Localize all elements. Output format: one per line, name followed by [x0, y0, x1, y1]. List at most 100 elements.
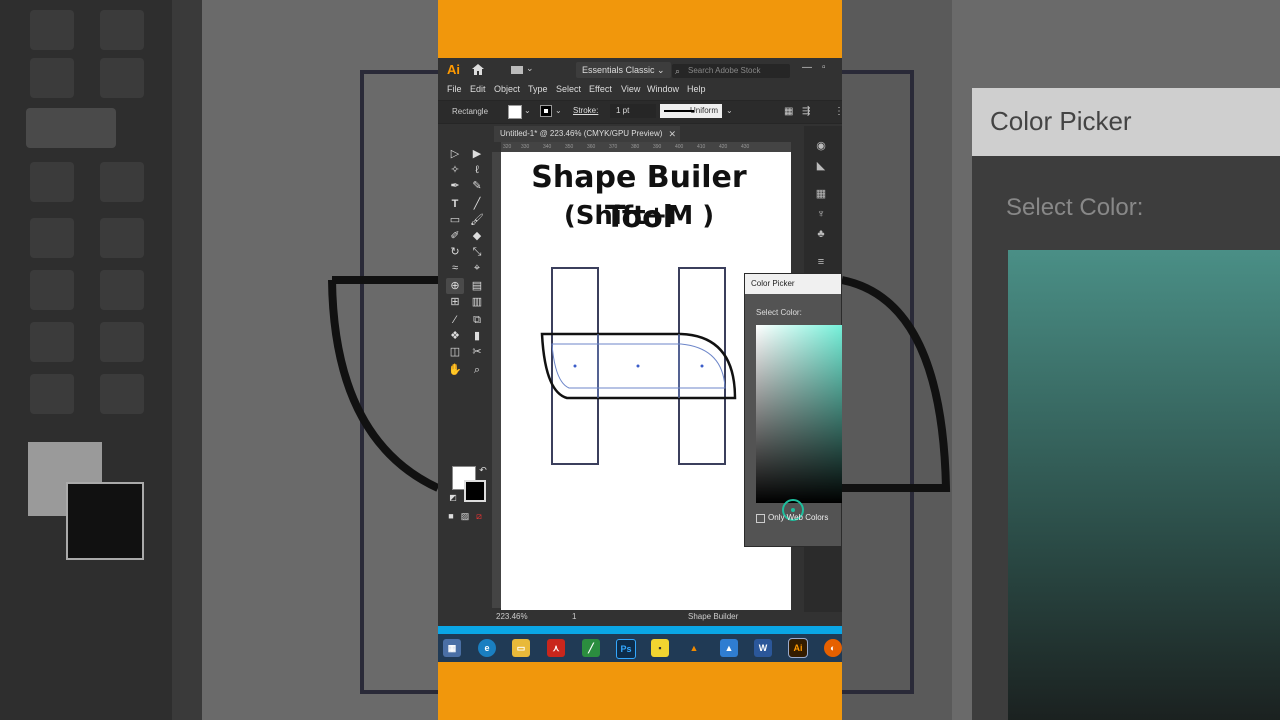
rectangle-tool-icon[interactable]: ▭ [446, 212, 464, 228]
blend-tool-icon[interactable]: ⧉ [468, 312, 486, 328]
photoshop-icon[interactable]: Ps [616, 639, 636, 659]
sheets-icon[interactable]: ╱ [582, 639, 600, 657]
menu-file[interactable]: File [447, 84, 462, 94]
menu-window[interactable]: Window [647, 84, 679, 94]
maximize-button[interactable]: ▫ [822, 62, 826, 73]
menu-type[interactable]: Type [528, 84, 548, 94]
minimize-button[interactable]: — [802, 62, 812, 73]
menu-view[interactable]: View [621, 84, 640, 94]
search-icon: ⌕ [675, 66, 681, 76]
selection-tool-icon[interactable]: ▷ [446, 146, 464, 162]
arrange-documents-icon[interactable] [511, 66, 523, 74]
eyedropper-tool-icon[interactable]: ⁄ [446, 312, 464, 328]
type-tool-icon[interactable]: T [446, 196, 464, 212]
default-fill-stroke-icon[interactable]: ◩ [444, 490, 462, 506]
color-field[interactable] [756, 325, 842, 521]
color-panel-icon[interactable]: ◉ [814, 140, 828, 152]
zoom-level[interactable]: 223.46% [496, 610, 528, 624]
sticky-notes-icon[interactable]: ▪ [651, 639, 669, 657]
pen-tool-icon[interactable]: ✒ [446, 178, 464, 194]
stroke-swatch[interactable] [540, 105, 552, 117]
color-picker-dialog: Color Picker Select Color: Only Web Colo… [744, 273, 842, 547]
vertical-ruler[interactable] [492, 152, 501, 608]
illustrator-taskbar-icon[interactable]: Ai [788, 638, 808, 658]
chevron-down-icon[interactable]: ⌄ [726, 106, 733, 115]
swatches-icon[interactable]: ▦ [814, 188, 828, 200]
variable-width-profile[interactable]: Uniform [660, 104, 722, 118]
close-icon[interactable]: ✕ [668, 126, 676, 142]
chevron-down-icon[interactable]: ⌄ [526, 63, 534, 74]
artboard-tool-icon[interactable]: ◫ [446, 344, 464, 360]
vlc-icon[interactable]: ▲ [685, 639, 703, 657]
paintbrush-tool-icon[interactable]: 🖌 [468, 212, 486, 228]
horizontal-ruler[interactable]: 320 330 340 350 360 370 380 390 400 410 … [501, 142, 791, 152]
ruler-tick: 320 [503, 144, 512, 150]
none-mode-icon[interactable]: ⧄ [470, 508, 488, 524]
fill-swatch[interactable] [508, 105, 522, 119]
edge-icon[interactable]: e [478, 639, 496, 657]
background-right: Color Picker Select Color: [842, 0, 1280, 720]
background-color-gradient [1008, 250, 1280, 720]
menu-icon[interactable]: ≡ [814, 256, 828, 268]
stroke-weight-field[interactable]: 1 pt [610, 104, 656, 118]
warp-tool-icon[interactable]: ≈ [446, 260, 464, 276]
workspace-label: Essentials Classic [582, 65, 655, 75]
home-icon[interactable] [472, 64, 484, 75]
align-icon[interactable]: ▦ [784, 106, 793, 117]
stroke-label[interactable]: Stroke: [573, 106, 598, 115]
file-explorer-icon[interactable]: ▭ [512, 639, 530, 657]
scale-tool-icon[interactable]: ⤡ [468, 244, 486, 260]
menu-object[interactable]: Object [494, 84, 520, 94]
symbols-icon[interactable]: ♣ [814, 228, 828, 240]
shaper-tool-icon[interactable]: ✐ [446, 228, 464, 244]
shape-builder-tool-icon[interactable]: ⊕ [446, 278, 464, 294]
free-transform-tool-icon[interactable]: ⌖ [468, 260, 486, 276]
symbol-sprayer-tool-icon[interactable]: ❖ [446, 328, 464, 344]
background-shape [328, 70, 438, 694]
line-tool-icon[interactable]: ╱ [468, 196, 486, 212]
more-options-icon[interactable]: ⋮ [834, 106, 842, 117]
menu-edit[interactable]: Edit [470, 84, 486, 94]
menu-effect[interactable]: Effect [589, 84, 612, 94]
swap-fill-stroke-icon[interactable]: ↶ [474, 462, 492, 478]
taskbar-accent [438, 626, 842, 634]
status-bar: 223.46% 1 Shape Builder [492, 610, 796, 624]
word-icon[interactable]: W [754, 639, 772, 657]
direct-selection-tool-icon[interactable]: ▶ [468, 146, 486, 162]
chevron-down-icon[interactable]: ⌄ [524, 106, 531, 115]
perspective-grid-tool-icon[interactable]: ▤ [468, 278, 486, 294]
hand-tool-icon[interactable]: ✋ [446, 362, 464, 378]
only-web-colors-checkbox[interactable] [756, 514, 765, 523]
slice-tool-icon[interactable]: ✂ [468, 344, 486, 360]
curvature-tool-icon[interactable]: ✎ [468, 178, 486, 194]
magic-wand-tool-icon[interactable]: ✧ [446, 162, 464, 178]
zoom-tool-icon[interactable]: ⌕ [468, 362, 486, 378]
chevron-down-icon[interactable]: ⌄ [555, 106, 562, 115]
object-type-label: Rectangle [452, 107, 489, 116]
mesh-tool-icon[interactable]: ⊞ [446, 294, 464, 310]
firefox-icon[interactable]: ◐ [824, 639, 842, 657]
menu-bar: File Edit Object Type Select Effect View… [438, 82, 842, 98]
search-input[interactable]: ⌕ Search Adobe Stock [672, 64, 790, 78]
color-picker-titlebar[interactable]: Color Picker [745, 274, 841, 294]
brushes-icon[interactable]: ♆ [814, 208, 828, 220]
acrobat-icon[interactable]: ⋏ [547, 639, 565, 657]
background-color-picker-title: Color Picker [990, 106, 1132, 136]
document-tab[interactable]: Untitled-1* @ 223.46% (CMYK/GPU Preview)… [494, 126, 680, 142]
photos-icon[interactable]: ▲ [720, 639, 738, 657]
menu-select[interactable]: Select [556, 84, 581, 94]
illustrator-window: Ai ⌄ Essentials Classic ⌄ ⌕ Search Adobe… [438, 58, 842, 626]
eraser-tool-icon[interactable]: ◆ [468, 228, 486, 244]
menu-help[interactable]: Help [687, 84, 706, 94]
artboard-number[interactable]: 1 [572, 610, 576, 624]
color-guide-icon[interactable]: ◣ [814, 160, 828, 172]
column-graph-tool-icon[interactable]: ▮ [468, 328, 486, 344]
transform-icon[interactable]: ⇶ [802, 106, 810, 117]
gradient-tool-icon[interactable]: ▥ [468, 294, 486, 310]
ruler-tick: 400 [675, 144, 684, 150]
workspace-switcher[interactable]: Essentials Classic ⌄ [576, 62, 671, 78]
toolbox-stroke-swatch[interactable] [464, 480, 486, 502]
calculator-icon[interactable]: ▦ [443, 639, 461, 657]
rotate-tool-icon[interactable]: ↻ [446, 244, 464, 260]
lasso-tool-icon[interactable]: ℓ [468, 162, 486, 178]
